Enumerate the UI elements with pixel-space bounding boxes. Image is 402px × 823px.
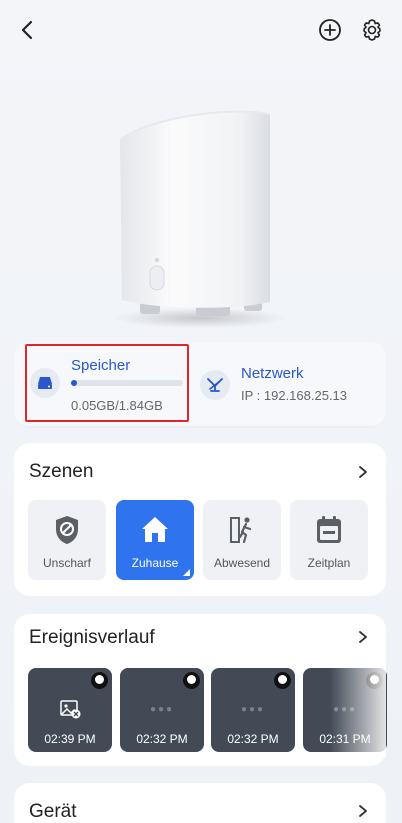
back-button[interactable] (14, 16, 42, 44)
event-thumbnail[interactable]: ●●● 02:32 PM (120, 668, 204, 752)
chevron-left-icon (21, 20, 33, 40)
chevron-right-icon (359, 805, 367, 817)
scene-label: Zeitplan (307, 556, 351, 570)
loading-dots-icon: ●●● (240, 704, 266, 715)
scene-label: Unscharf (42, 556, 92, 570)
events-more-button[interactable] (356, 630, 370, 644)
storage-title: Speicher (71, 357, 131, 374)
event-thumbnail[interactable]: 02:39 PM (28, 668, 112, 752)
network-ip: IP : 192.168.25.13 (241, 388, 348, 403)
scene-zuhause[interactable]: Zuhause (116, 500, 194, 580)
device-image (108, 104, 292, 332)
settings-button[interactable] (358, 16, 386, 44)
walk-out-icon (228, 514, 256, 546)
scene-unscharf[interactable]: Unscharf (28, 500, 106, 580)
event-time: 02:32 PM (136, 732, 188, 746)
event-indicator (274, 672, 291, 689)
event-indicator (183, 672, 200, 689)
scenes-more-button[interactable] (356, 465, 370, 479)
chevron-right-icon (359, 466, 367, 478)
event-indicator (91, 672, 108, 689)
plus-circle-icon (319, 19, 341, 41)
event-time: 02:32 PM (227, 732, 279, 746)
scroll-fade (330, 662, 386, 758)
image-error-icon (60, 700, 82, 720)
network-icon (200, 370, 230, 400)
gear-icon (363, 19, 381, 41)
storage-progress-fill (71, 380, 77, 386)
scenes-title: Szenen (29, 461, 94, 482)
scene-label: Abwesend (213, 556, 271, 570)
storage-value: 0.05GB/1.84GB (71, 398, 163, 413)
shield-off-icon (53, 514, 81, 546)
scene-zeitplan[interactable]: Zeitplan (290, 500, 368, 580)
scene-abwesend[interactable]: Abwesend (203, 500, 281, 580)
device-more-button[interactable] (356, 804, 370, 818)
device-title: Gerät (29, 801, 77, 822)
selected-indicator (183, 569, 190, 576)
storage-progress-bar (71, 380, 183, 386)
scene-label: Zuhause (131, 556, 179, 570)
home-icon (141, 514, 169, 546)
event-thumbnail[interactable]: ●●● 02:32 PM (211, 668, 295, 752)
add-button[interactable] (316, 16, 344, 44)
chevron-right-icon (359, 631, 367, 643)
top-bar (0, 0, 402, 62)
drive-icon (30, 368, 60, 398)
event-time: 02:39 PM (44, 732, 96, 746)
events-title: Ereignisverlauf (29, 627, 155, 648)
network-title[interactable]: Netzwerk (241, 365, 304, 382)
loading-dots-icon: ●●● (149, 704, 175, 715)
calendar-icon (315, 514, 343, 546)
